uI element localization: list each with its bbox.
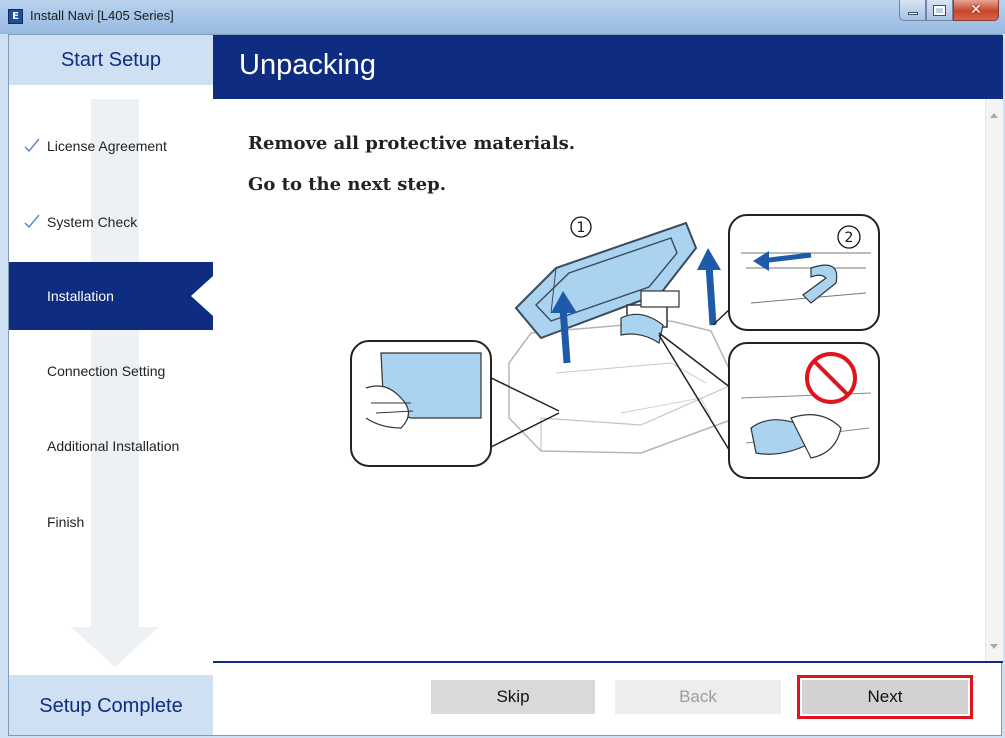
- callout-remove-tape: 2: [712, 214, 880, 331]
- maximize-icon: [933, 4, 946, 16]
- step-installation: Installation: [9, 262, 213, 330]
- epson-app-icon: E: [8, 9, 23, 24]
- footer-divider: [213, 661, 1003, 663]
- check-icon: [24, 138, 40, 153]
- step-label: Installation: [47, 288, 114, 304]
- scroll-down-icon[interactable]: [990, 644, 998, 649]
- sidebar-footer: Setup Complete: [9, 675, 213, 735]
- title-bar[interactable]: E Install Navi [L405 Series] ✕: [0, 0, 1005, 34]
- step-number-1: 1: [577, 220, 586, 236]
- instruction-line-2: Go to the next step.: [248, 174, 446, 195]
- step-additional-installation: Additional Installation: [9, 431, 213, 461]
- page-title: Unpacking: [239, 49, 377, 81]
- check-icon: [24, 214, 40, 229]
- step-label: System Check: [47, 214, 138, 230]
- step-label: Connection Setting: [47, 363, 166, 379]
- back-button[interactable]: Back: [615, 680, 781, 714]
- close-icon: ✕: [970, 2, 982, 18]
- scroll-up-icon[interactable]: [990, 113, 998, 118]
- printer-body: [508, 320, 737, 454]
- step-label: Finish: [47, 514, 85, 530]
- step-label: License Agreement: [47, 138, 167, 154]
- step-label: Additional Installation: [47, 438, 180, 454]
- window-controls: ✕: [899, 0, 999, 22]
- steps-sidebar: Start Setup License Agreement System Che…: [9, 35, 213, 735]
- progress-arrow-head: [71, 627, 159, 667]
- maximize-button[interactable]: [926, 0, 953, 21]
- installer-window: E Install Navi [L405 Series] ✕ Start Set…: [0, 0, 1005, 738]
- unpacking-illustration: 1 2: [350, 214, 880, 479]
- client-area: Start Setup License Agreement System Che…: [8, 34, 1003, 736]
- vertical-scrollbar[interactable]: [985, 99, 1003, 661]
- content-panel: Remove all protective materials. Go to t…: [213, 99, 1003, 661]
- step-license-agreement: License Agreement: [9, 131, 213, 161]
- lift-arrow-icon: [697, 248, 721, 270]
- instruction-line-1: Remove all protective materials.: [248, 133, 576, 154]
- minimize-icon: [907, 11, 918, 15]
- sidebar-header: Start Setup: [9, 35, 213, 85]
- step-connection-setting: Connection Setting: [9, 356, 213, 386]
- page-header: Unpacking: [213, 35, 1003, 99]
- close-button[interactable]: ✕: [953, 0, 999, 21]
- step-system-check: System Check: [9, 207, 213, 237]
- next-button[interactable]: Next: [797, 675, 973, 719]
- step-finish: Finish: [9, 507, 213, 537]
- window-title: Install Navi [L405 Series]: [30, 8, 174, 23]
- step-number-2: 2: [845, 230, 854, 246]
- skip-button[interactable]: Skip: [431, 680, 595, 714]
- minimize-button[interactable]: [899, 0, 926, 21]
